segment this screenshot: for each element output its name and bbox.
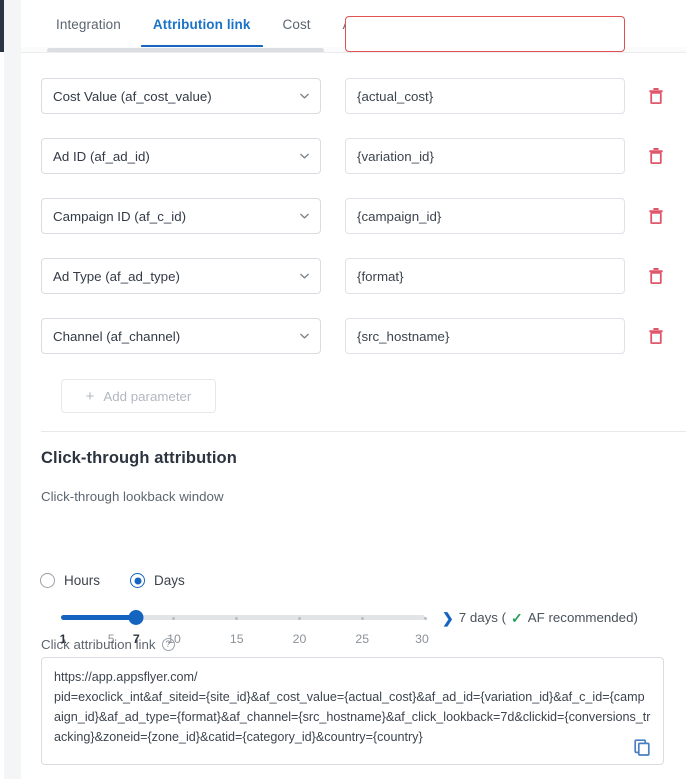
- parameter-value-input[interactable]: {campaign_id}: [345, 198, 625, 234]
- parameter-value-input[interactable]: {format}: [345, 258, 625, 294]
- copy-icon[interactable]: [634, 739, 651, 756]
- trash-icon[interactable]: [647, 86, 665, 106]
- lookback-value-note: ❯ 7 days ( ✓ AF recommended): [442, 610, 638, 625]
- tab-integration[interactable]: Integration: [40, 0, 137, 33]
- lookback-unit-radio-group: Hours Days: [40, 573, 215, 588]
- slider-fill: [61, 615, 137, 620]
- trash-icon[interactable]: [647, 206, 665, 226]
- chevron-down-icon: [300, 213, 309, 219]
- parameter-name-select[interactable]: Channel (af_channel): [41, 318, 321, 354]
- click-attribution-link-field[interactable]: https://app.appsflyer.com/ pid=exoclick_…: [41, 657, 664, 765]
- slider-tick-label: 30: [415, 632, 429, 646]
- parameter-name-label: Cost Value (af_cost_value): [53, 88, 212, 104]
- slider-tick-label: 25: [355, 632, 370, 646]
- tab-label: Attribution link: [152, 17, 251, 32]
- chevron-down-icon: [300, 93, 309, 99]
- chevron-right-icon: ❯: [442, 609, 454, 626]
- parameter-row: Ad Type (af_ad_type) {format}: [41, 258, 676, 294]
- parameter-name-label: Channel (af_channel): [53, 328, 181, 344]
- af-recommended-text: AF recommended): [527, 610, 638, 625]
- lookback-value-text: 7 days (: [458, 610, 507, 625]
- lookback-window-slider[interactable]: [61, 610, 427, 625]
- parameter-value-text: {campaign_id}: [357, 208, 442, 224]
- invalid-parameter-value-field[interactable]: [345, 16, 625, 52]
- parameter-name-label: Campaign ID (af_c_id): [53, 208, 187, 224]
- chevron-down-icon: [300, 333, 309, 339]
- parameter-value-input[interactable]: {variation_id}: [345, 138, 625, 174]
- chevron-down-icon: [300, 273, 309, 279]
- click-through-section-title: Click-through attribution: [41, 449, 237, 467]
- parameter-value-input[interactable]: {actual_cost}: [345, 78, 625, 114]
- add-parameter-label: Add parameter: [103, 388, 192, 404]
- parameter-name-label: Ad ID (af_ad_id): [53, 148, 150, 164]
- trash-icon[interactable]: [647, 326, 665, 346]
- parameter-row: Cost Value (af_cost_value) {actual_cost}: [41, 78, 676, 114]
- plus-icon: +: [85, 387, 95, 405]
- tab-label: Cost: [282, 17, 311, 32]
- parameter-row: Campaign ID (af_c_id) {campaign_id}: [41, 198, 676, 234]
- tab-label: Integration: [56, 17, 121, 32]
- parameter-name-label: Ad Type (af_ad_type): [53, 268, 180, 284]
- slider-tick-dot: [423, 616, 427, 620]
- trash-icon[interactable]: [647, 146, 665, 166]
- slider-tick-label: 20: [292, 632, 307, 646]
- slider-tick-label: 15: [229, 632, 244, 646]
- parameter-row: Ad ID (af_ad_id) {variation_id}: [41, 138, 676, 174]
- radio-days-label: Days: [154, 573, 185, 588]
- radio-option-hours[interactable]: Hours: [40, 573, 100, 588]
- click-attribution-link-label-text: Click attribution link: [41, 637, 156, 652]
- section-divider: [41, 431, 686, 432]
- slider-thumb[interactable]: [128, 610, 144, 625]
- add-parameter-button[interactable]: + Add parameter: [61, 379, 216, 413]
- slider-tick-dot: [360, 616, 364, 620]
- parameter-value-text: {src_hostname}: [357, 328, 450, 344]
- check-icon: ✓: [511, 609, 523, 626]
- click-attribution-link-value: https://app.appsflyer.com/ pid=exoclick_…: [54, 670, 651, 744]
- help-circle-icon[interactable]: ?: [161, 638, 175, 651]
- panel-bottom: [42, 767, 686, 779]
- radio-hours-label: Hours: [64, 573, 101, 588]
- parameter-name-select[interactable]: Ad ID (af_ad_id): [41, 138, 321, 174]
- radio-days-icon[interactable]: [130, 573, 146, 588]
- radio-hours-icon[interactable]: [40, 573, 55, 588]
- parameter-value-text: {format}: [357, 268, 404, 284]
- attribution-link-panel: Cost Value (af_cost_value) {actual_cost} A…: [21, 53, 686, 779]
- parameter-name-select[interactable]: Campaign ID (af_c_id): [41, 198, 321, 234]
- radio-option-days[interactable]: Days: [130, 573, 185, 588]
- chevron-down-icon: [300, 153, 309, 159]
- trash-icon[interactable]: [647, 266, 665, 286]
- slider-tick-dot: [297, 616, 301, 620]
- slider-tick-dot: [235, 616, 239, 620]
- tab-cost[interactable]: Cost: [267, 0, 327, 33]
- parameter-name-select[interactable]: Ad Type (af_ad_type): [41, 258, 321, 294]
- parameter-value-text: {actual_cost}: [357, 88, 434, 104]
- parameter-row: Channel (af_channel) {src_hostname}: [41, 318, 676, 354]
- sidebar-rail: [4, 0, 21, 779]
- parameter-value-input[interactable]: {src_hostname}: [345, 318, 625, 354]
- app-root: IntegrationAttribution linkCostAd revenu…: [0, 0, 686, 779]
- parameter-name-select[interactable]: Cost Value (af_cost_value): [41, 78, 321, 114]
- parameter-value-text: {variation_id}: [357, 148, 434, 164]
- click-through-section-subtitle: Click-through lookback window: [41, 489, 224, 504]
- click-attribution-link-label: Click attribution link ?: [41, 637, 175, 652]
- tab-attribution-link[interactable]: Attribution link: [137, 0, 267, 49]
